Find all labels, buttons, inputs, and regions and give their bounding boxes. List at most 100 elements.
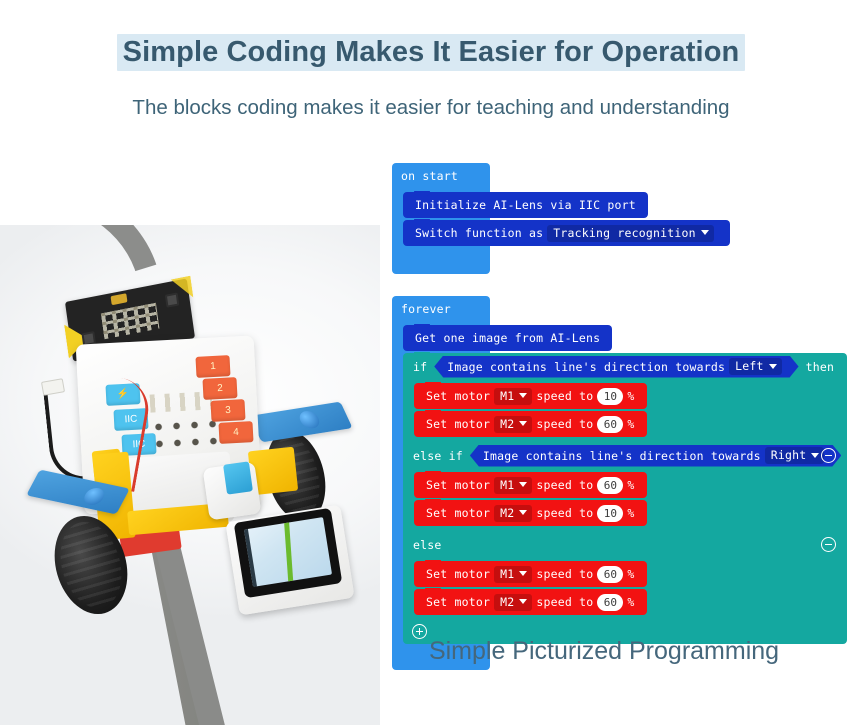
on-start-hat[interactable]: on start	[392, 163, 490, 194]
if-keyword: if	[413, 359, 428, 374]
port-2-label: 2	[216, 382, 224, 395]
else-if-row[interactable]: else if Image contains line's direction …	[403, 442, 862, 469]
on-start-block[interactable]: on start Initialize AI-Lens via IIC port…	[392, 163, 860, 274]
port-1: 1	[195, 355, 231, 378]
switch-function-block[interactable]: Switch function as Tracking recognition	[403, 219, 730, 246]
chevron-down-icon	[519, 599, 528, 604]
forever-block[interactable]: forever Get one image from AI-Lens if Im…	[392, 296, 862, 670]
chevron-down-icon	[519, 421, 528, 426]
blocks-editor: on start Initialize AI-Lens via IIC port…	[392, 163, 862, 670]
chevron-down-icon	[519, 510, 528, 515]
if-row[interactable]: if Image contains line's direction towar…	[403, 352, 847, 380]
if-then-label: then	[805, 359, 835, 374]
set-motor-block[interactable]: Set motor M2 speed to 10 %	[414, 499, 647, 526]
detected-line-indicator	[283, 517, 294, 587]
page-title-text: Simple Coding Makes It Easier for Operat…	[116, 34, 746, 71]
motor-speed-input[interactable]: 10	[597, 387, 624, 405]
percent-unit: %	[627, 417, 635, 431]
set-motor-block[interactable]: Set motor M2 speed to 60 %	[414, 588, 647, 615]
microbit-button-b	[164, 292, 180, 308]
ai-lens-camera	[223, 461, 253, 495]
else-keyword: else	[413, 537, 442, 552]
motor-select-dropdown[interactable]: M2	[494, 415, 533, 433]
chevron-down-icon	[519, 571, 528, 576]
motor-select-value: M2	[500, 416, 515, 431]
get-image-block[interactable]: Get one image from AI-Lens	[403, 324, 613, 351]
forever-hat[interactable]: forever	[392, 296, 490, 327]
switch-function-dropdown[interactable]: Tracking recognition	[547, 224, 714, 242]
set-motor-block[interactable]: Set motor M2 speed to 60 %	[414, 410, 647, 437]
port-3: 3	[210, 399, 246, 422]
if-condition-text: Image contains line's direction towards	[447, 359, 726, 374]
else-if-condition-block[interactable]: Image contains line's direction towards …	[470, 445, 841, 467]
motor-select-dropdown[interactable]: M1	[494, 387, 533, 405]
forever-body: Get one image from AI-Lens if Image cont…	[392, 321, 862, 648]
wing-knob-right	[296, 409, 323, 430]
remove-branch-icon[interactable]	[821, 448, 836, 463]
get-image-label: Get one image from AI-Lens	[415, 331, 601, 345]
ai-lens-screen-display	[243, 517, 333, 587]
motor-select-value: M1	[500, 566, 515, 581]
percent-unit: %	[627, 567, 635, 581]
set-motor-prefix: Set motor	[426, 595, 491, 609]
microbit-gold-pin	[110, 293, 128, 306]
chevron-down-icon	[811, 453, 819, 458]
motor-speed-input[interactable]: 60	[597, 565, 624, 583]
else-body: Set motor M1 speed to 60 % Set motor M2	[403, 558, 847, 620]
set-motor-mid: speed to	[536, 506, 594, 520]
percent-unit: %	[627, 478, 635, 492]
port-4-label: 4	[232, 426, 240, 439]
set-motor-mid: speed to	[536, 567, 594, 581]
set-motor-mid: speed to	[536, 417, 594, 431]
motor-speed-input[interactable]: 60	[597, 476, 624, 494]
remove-branch-icon[interactable]	[821, 537, 836, 552]
chevron-down-icon	[519, 482, 528, 487]
set-motor-block[interactable]: Set motor M1 speed to 10 %	[414, 382, 647, 409]
set-motor-mid: speed to	[536, 595, 594, 609]
on-start-foot	[392, 252, 490, 274]
switch-function-label: Switch function as	[415, 226, 544, 240]
motor-select-dropdown[interactable]: M1	[494, 565, 533, 583]
motor-select-dropdown[interactable]: M1	[494, 476, 533, 494]
set-motor-block[interactable]: Set motor M1 speed to 60 %	[414, 471, 647, 498]
percent-unit: %	[627, 389, 635, 403]
motor-select-dropdown[interactable]: M2	[494, 593, 533, 611]
motor-select-dropdown[interactable]: M2	[494, 504, 533, 522]
initialize-ai-lens-block[interactable]: Initialize AI-Lens via IIC port	[403, 191, 648, 218]
blocks-gap	[392, 274, 860, 296]
motor-select-value: M1	[500, 477, 515, 492]
page-title: Simple Coding Makes It Easier for Operat…	[0, 34, 862, 71]
robot-photo: ⚡ IIC IIC IIC 1 2 3 4	[0, 225, 380, 725]
wing-knob-left	[80, 486, 108, 507]
motor-speed-input[interactable]: 60	[597, 593, 624, 611]
percent-unit: %	[627, 506, 635, 520]
forever-label: forever	[401, 301, 451, 316]
set-motor-prefix: Set motor	[426, 417, 491, 431]
port-2: 2	[202, 377, 238, 400]
microbit-led-matrix	[100, 302, 160, 340]
set-motor-prefix: Set motor	[426, 478, 491, 492]
if-body: Set motor M1 speed to 10 % Set motor M2	[403, 380, 847, 442]
set-motor-block[interactable]: Set motor M1 speed to 60 %	[414, 560, 647, 587]
motor-select-value: M2	[500, 505, 515, 520]
set-motor-prefix: Set motor	[426, 506, 491, 520]
on-start-body: Initialize AI-Lens via IIC port Switch f…	[392, 188, 730, 252]
chevron-down-icon	[700, 230, 709, 235]
set-motor-prefix: Set motor	[426, 389, 491, 403]
motor-speed-input[interactable]: 10	[597, 504, 624, 522]
port-1-label: 1	[209, 360, 217, 373]
page-subtitle: The blocks coding makes it easier for te…	[132, 96, 730, 119]
set-motor-mid: speed to	[536, 478, 594, 492]
if-condition-block[interactable]: Image contains line's direction towards …	[434, 356, 798, 378]
else-if-then-label: then	[848, 448, 862, 463]
if-direction-value: Left	[735, 359, 764, 373]
percent-unit: %	[627, 595, 635, 609]
port-4: 4	[218, 421, 254, 444]
switch-function-dropdown-value: Tracking recognition	[553, 225, 696, 240]
chevron-down-icon	[769, 364, 777, 369]
if-direction-dropdown[interactable]: Left	[729, 358, 782, 375]
else-row[interactable]: else	[403, 531, 847, 558]
else-if-direction-dropdown[interactable]: Right	[765, 447, 825, 464]
on-start-label: on start	[401, 168, 458, 183]
motor-speed-input[interactable]: 60	[597, 415, 624, 433]
